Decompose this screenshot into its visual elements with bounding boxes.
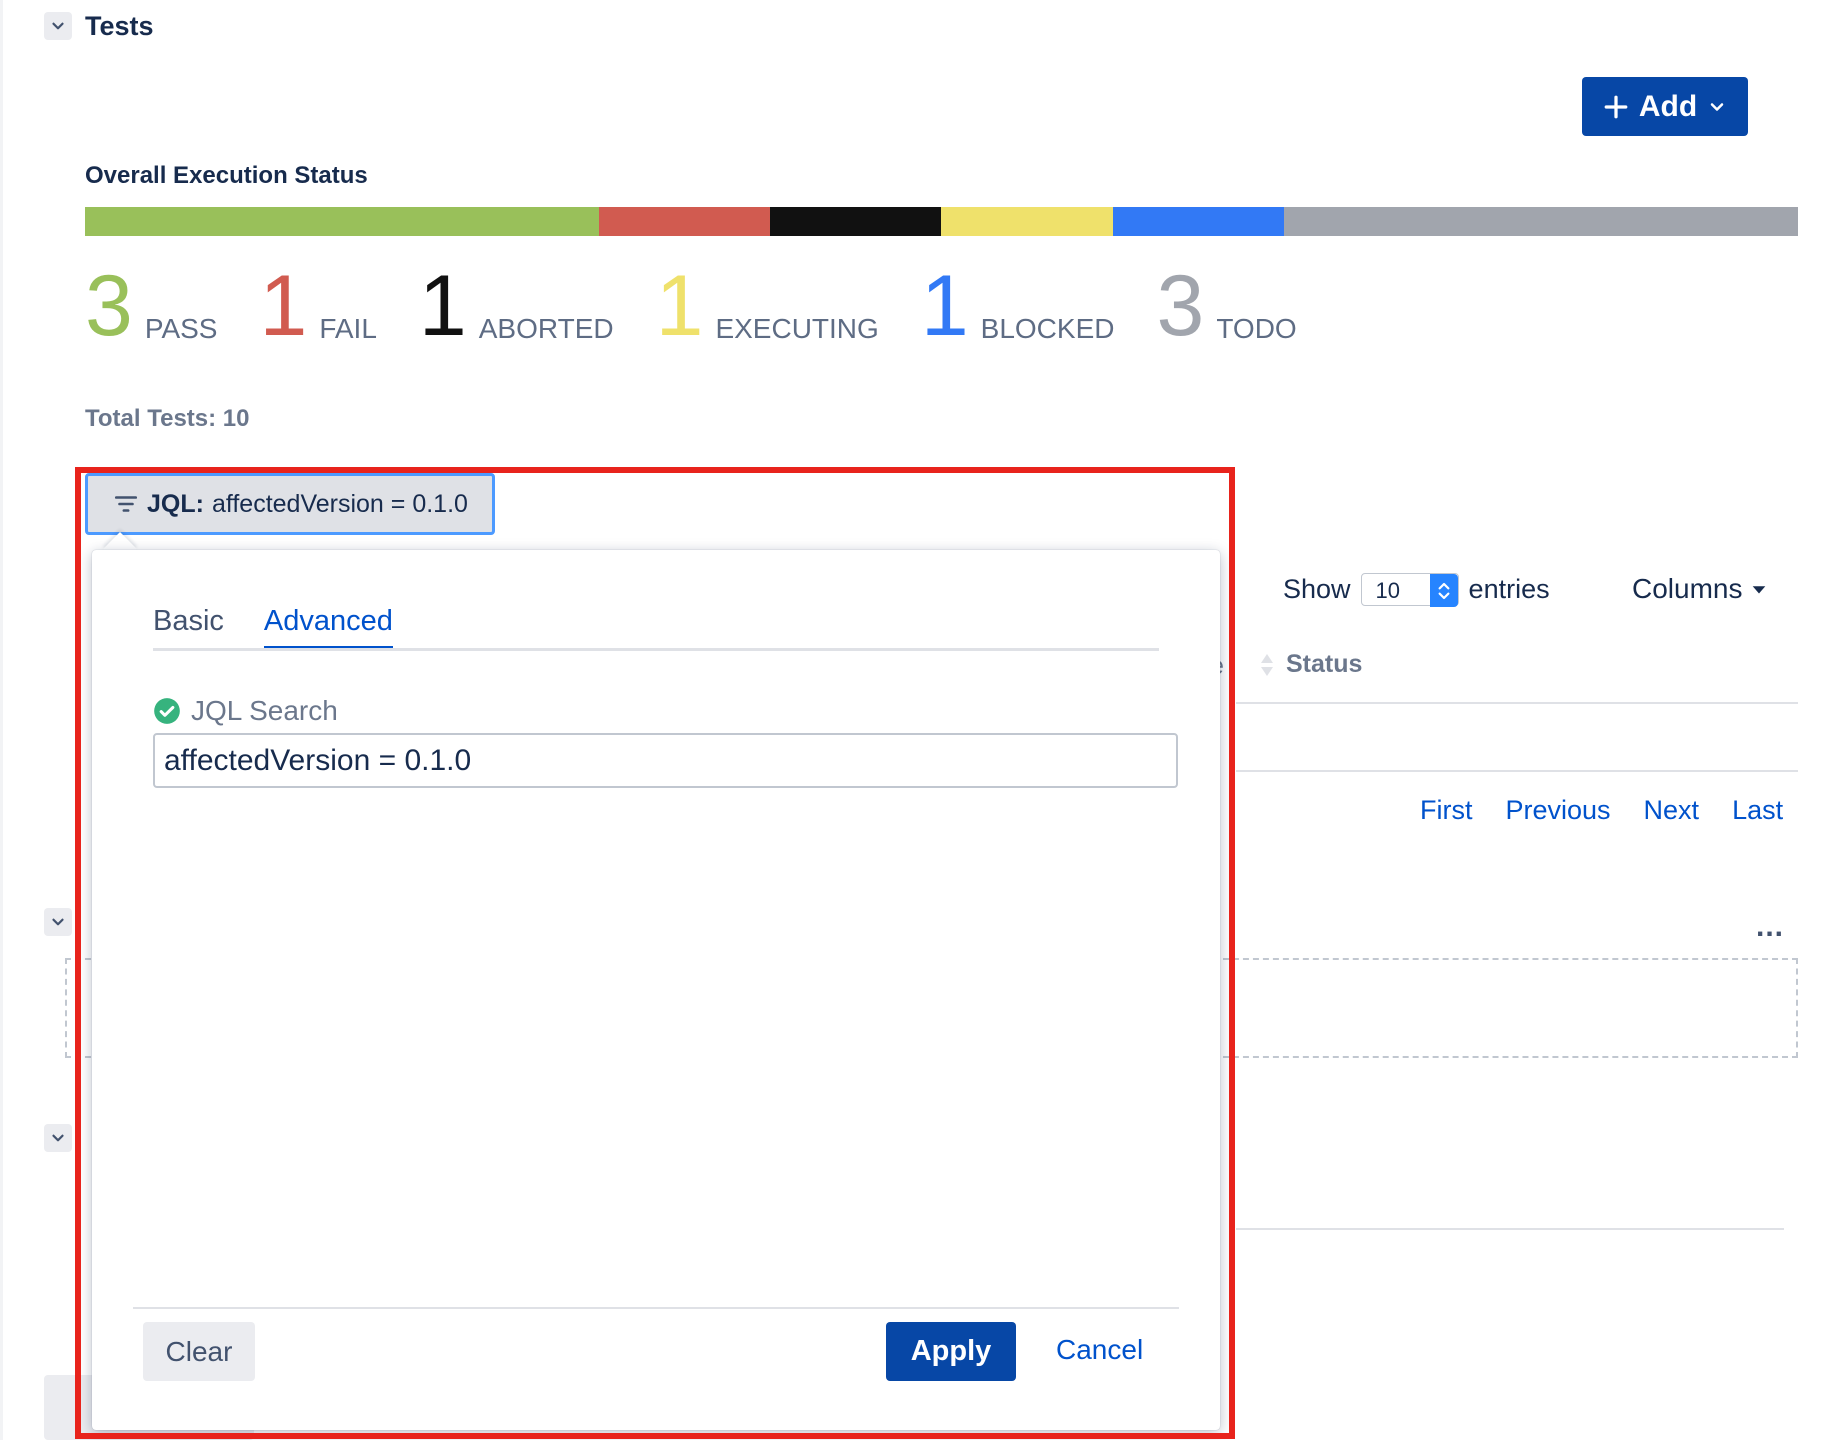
add-button-label: Add xyxy=(1638,89,1698,123)
pager-last[interactable]: Last xyxy=(1732,795,1783,826)
entries-select[interactable]: 10 xyxy=(1360,573,1459,607)
show-label: Show xyxy=(1283,574,1351,604)
count-aborted: 1 ABORTED xyxy=(418,258,614,354)
pager-first[interactable]: First xyxy=(1420,795,1472,826)
status-segment-todo xyxy=(1284,207,1798,236)
highlight-box xyxy=(75,467,1235,1439)
pagination: First Previous Next Last xyxy=(1420,795,1783,826)
left-border xyxy=(0,0,3,1440)
collapse-tests-toggle[interactable] xyxy=(44,12,72,40)
plus-icon xyxy=(1604,95,1628,118)
columns-label: Columns xyxy=(1632,573,1743,604)
count-pass-label: PASS xyxy=(144,313,218,344)
collapse-section-toggle[interactable] xyxy=(44,1124,72,1152)
chevron-down-icon xyxy=(52,918,64,926)
status-header-label: Status xyxy=(1286,650,1363,678)
count-aborted-label: ABORTED xyxy=(478,313,614,344)
count-blocked-number: 1 xyxy=(920,258,969,354)
count-aborted-number: 1 xyxy=(418,258,467,354)
select-spinner-icon xyxy=(1429,574,1458,607)
status-column-header[interactable]: Status xyxy=(1260,650,1362,679)
collapse-section-toggle[interactable] xyxy=(44,908,72,936)
count-pass-number: 3 xyxy=(85,258,133,354)
count-executing-label: EXECUTING xyxy=(715,313,879,344)
count-fail: 1 FAIL xyxy=(259,258,377,354)
table-header-divider xyxy=(1236,702,1798,704)
count-fail-label: FAIL xyxy=(319,313,377,344)
status-segment-blocked xyxy=(1112,207,1285,236)
chevron-down-icon xyxy=(1710,102,1724,111)
count-executing: 1 EXECUTING xyxy=(655,258,879,354)
sort-icon xyxy=(1261,653,1273,676)
chevron-down-icon xyxy=(52,1134,64,1142)
count-executing-number: 1 xyxy=(655,258,704,354)
total-tests: Total Tests: 10 xyxy=(85,405,250,432)
pager-next[interactable]: Next xyxy=(1644,795,1700,826)
execution-status-bar xyxy=(85,207,1798,236)
page-size-control: Show 10 entries xyxy=(1283,573,1550,607)
count-blocked-label: BLOCKED xyxy=(980,313,1115,344)
chevron-down-icon xyxy=(52,22,64,30)
section-divider xyxy=(1236,1228,1784,1230)
entries-select-value: 10 xyxy=(1375,578,1401,603)
status-segment-fail xyxy=(598,207,771,236)
section-title: Tests xyxy=(85,11,154,41)
count-todo: 3 TODO xyxy=(1156,258,1297,354)
add-button[interactable]: Add xyxy=(1582,77,1748,136)
status-segment-pass xyxy=(85,207,599,236)
count-todo-label: TODO xyxy=(1216,313,1297,344)
caret-down-icon xyxy=(1753,586,1766,594)
entries-label: entries xyxy=(1468,574,1550,604)
more-options-icon[interactable]: ... xyxy=(1756,910,1784,944)
status-segment-executing xyxy=(941,207,1113,236)
count-blocked: 1 BLOCKED xyxy=(920,258,1115,354)
count-pass: 3 PASS xyxy=(85,258,218,354)
count-todo-number: 3 xyxy=(1156,258,1205,354)
pager-previous[interactable]: Previous xyxy=(1505,795,1610,826)
columns-dropdown[interactable]: Columns xyxy=(1632,573,1768,605)
count-fail-number: 1 xyxy=(259,258,308,354)
status-segment-aborted xyxy=(770,207,942,236)
table-body-divider xyxy=(1236,770,1798,772)
status-counts: 3 PASS 1 FAIL 1 ABORTED 1 EXECUTING 1 BL… xyxy=(85,255,1339,354)
execution-status-label: Overall Execution Status xyxy=(85,162,368,189)
